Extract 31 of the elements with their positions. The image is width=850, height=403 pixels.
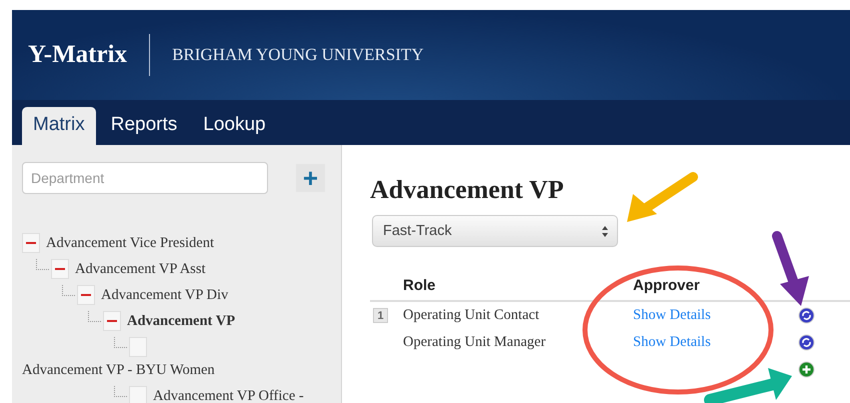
arrow [627,172,698,222]
organization-name: BRIGHAM YOUNG UNIVERSITY [172,45,424,65]
row-number: 1 [373,308,388,323]
tab[interactable]: Reports [100,107,188,145]
role-cell: Operating Unit Manager [403,334,546,351]
tree-item[interactable]: Advancement VP [127,308,236,334]
column-header: Approver [633,277,701,294]
track-dropdown[interactable]: Fast-Track [372,215,618,247]
add-icon[interactable] [798,361,815,378]
app-title: Y-Matrix [28,41,128,69]
tree-item[interactable]: Advancement VP Div [101,282,228,308]
tree-item[interactable]: Advancement VP Asst [75,256,206,282]
collapse-icon[interactable] [22,233,40,253]
collapse-icon[interactable] [103,311,121,331]
tree-item[interactable]: Advancement VP - BYU Women [22,357,215,383]
add-button[interactable]: + [296,164,325,192]
collapse-icon[interactable] [51,259,69,279]
sync-icon[interactable] [798,307,815,324]
department-field[interactable]: Department [22,162,268,194]
tab[interactable]: Lookup [192,107,277,145]
role-cell: Operating Unit Contact [403,307,540,324]
tree-item[interactable]: Advancement Vice President [46,230,214,256]
tree-item[interactable]: Advancement VP Office - [153,383,304,403]
page-title: Advancement VP [370,175,564,205]
show-details-link[interactable]: Show Details [633,307,711,323]
collapse-icon[interactable] [77,285,95,305]
show-details-link[interactable]: Show Details [633,334,711,350]
sync-icon[interactable] [798,334,815,351]
tab[interactable]: Matrix [22,107,96,145]
updown-icon [601,224,609,238]
column-header: Role [402,277,437,294]
